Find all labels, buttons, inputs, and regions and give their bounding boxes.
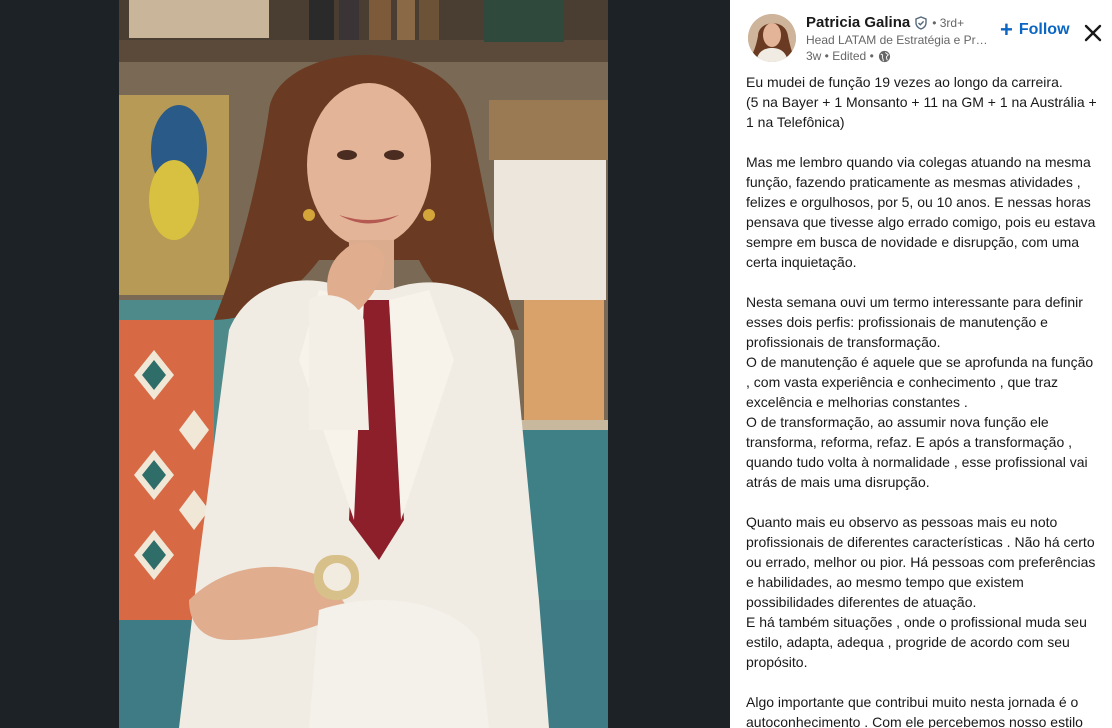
connection-degree: • 3rd+ — [932, 15, 965, 30]
author-name-line: Patricia Galina • 3rd+ — [806, 14, 964, 31]
globe-icon — [878, 50, 891, 63]
post-meta: 3w • Edited • — [806, 49, 891, 63]
portrait-image — [119, 0, 608, 728]
post-photo[interactable] — [119, 0, 608, 728]
avatar-image — [748, 14, 796, 62]
verified-shield-icon — [914, 15, 928, 30]
avatar[interactable] — [748, 14, 796, 62]
follow-label: Follow — [1018, 21, 1070, 38]
author-headline: Head LATAM de Estratégia e Proj... — [806, 33, 991, 47]
post-paragraph: Algo importante que contribui muito nest… — [746, 694, 1083, 728]
post-detail-panel: Patricia Galina • 3rd+ Head LATAM de Est… — [730, 0, 1112, 728]
follow-button[interactable]: + Follow — [1000, 18, 1070, 42]
post-paragraph: Quanto mais eu observo as pessoas mais e… — [746, 514, 1096, 670]
post-paragraph: Eu mudei de função 19 vezes ao longo da … — [746, 74, 1097, 130]
plus-icon: + — [1000, 17, 1013, 42]
post-text: Eu mudei de função 19 vezes ao longo da … — [746, 72, 1098, 728]
post-header: Patricia Galina • 3rd+ Head LATAM de Est… — [730, 0, 1112, 68]
post-paragraph: Mas me lembro quando via colegas atuando… — [746, 154, 1096, 270]
close-icon[interactable] — [1082, 22, 1104, 44]
post-paragraph: Nesta semana ouvi um termo interessante … — [746, 294, 1094, 490]
author-name[interactable]: Patricia Galina — [806, 14, 910, 31]
post-time-edited: 3w • Edited • — [806, 49, 874, 63]
image-viewer — [0, 0, 730, 728]
